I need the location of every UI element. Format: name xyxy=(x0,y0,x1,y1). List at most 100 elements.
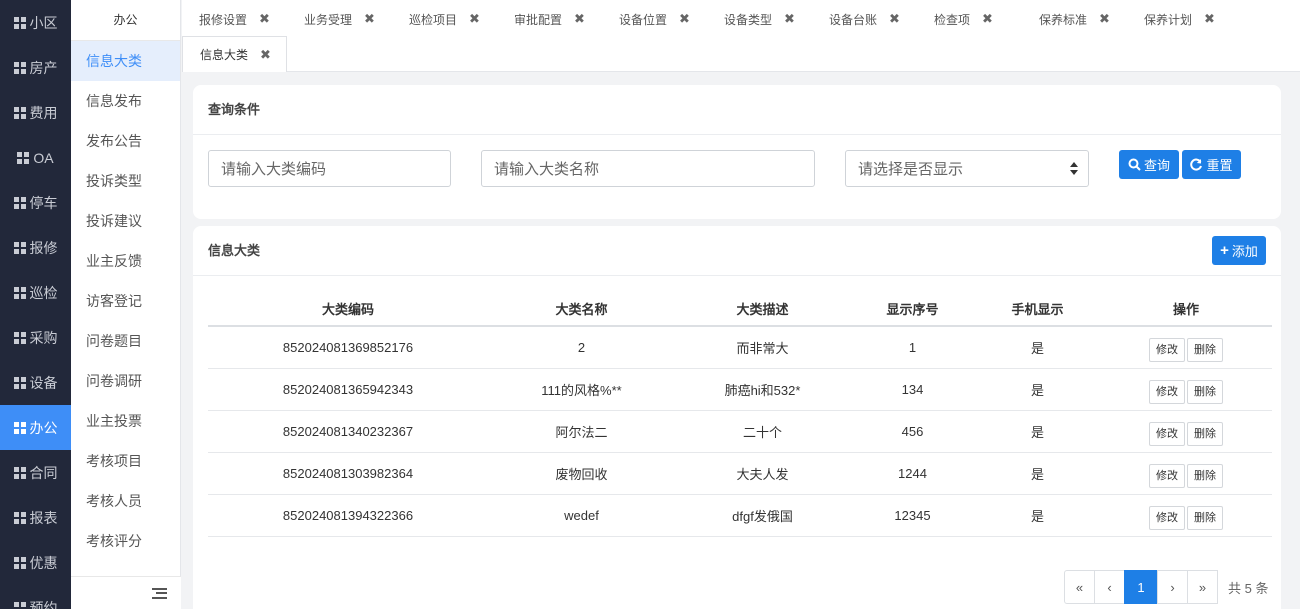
show-select-placeholder: 请选择是否显示 xyxy=(858,161,964,178)
cell-desc: 二十个 xyxy=(675,410,850,453)
sub-menu-item[interactable]: 考核评分 xyxy=(71,521,180,561)
cell-name: wedef xyxy=(488,494,675,537)
table-row: 852024081340232367 阿尔法二 二十个 456 是修改 删除 xyxy=(208,410,1272,453)
cell-actions: 修改 删除 xyxy=(1100,494,1272,537)
sub-menu-item[interactable]: 信息发布 xyxy=(71,81,180,121)
cell-desc: dfgf发俄国 xyxy=(675,494,850,537)
delete-button[interactable]: 删除 xyxy=(1187,422,1223,446)
column-header: 显示序号 xyxy=(850,291,975,327)
delete-button[interactable]: 删除 xyxy=(1187,380,1223,404)
tab-item[interactable]: 保养标准 ✖ xyxy=(1022,1,1110,37)
tab-item[interactable]: 设备类型 ✖ xyxy=(707,1,795,37)
add-button[interactable]: + 添加 xyxy=(1212,236,1266,265)
page-scrollbar[interactable] xyxy=(1300,0,1308,609)
tab-item[interactable]: 设备台账 ✖ xyxy=(812,1,900,37)
close-icon[interactable]: ✖ xyxy=(784,11,795,27)
tab-item[interactable]: 巡检项目 ✖ xyxy=(392,1,480,37)
next-page-button[interactable]: › xyxy=(1157,570,1188,604)
tab-active[interactable]: 信息大类 ✖ xyxy=(182,36,287,72)
delete-button[interactable]: 删除 xyxy=(1187,338,1223,363)
nav-item-10[interactable]: 合同 xyxy=(0,450,71,495)
first-page-button[interactable]: « xyxy=(1064,570,1095,604)
sub-menu-item[interactable]: 信息大类 xyxy=(71,41,180,81)
close-icon[interactable]: ✖ xyxy=(1099,11,1110,27)
list-panel-title: 信息大类 xyxy=(193,226,1281,276)
close-icon[interactable]: ✖ xyxy=(574,11,585,27)
cell-desc: 而非常大 xyxy=(675,326,850,369)
sub-menu-item[interactable]: 发布公告 xyxy=(71,121,180,161)
tab-item[interactable]: 审批配置 ✖ xyxy=(497,1,585,37)
column-header: 大类编码 xyxy=(208,291,488,327)
query-panel-title: 查询条件 xyxy=(193,85,1281,135)
sub-menu-item[interactable]: 问卷题目 xyxy=(71,321,180,361)
close-icon[interactable]: ✖ xyxy=(889,11,900,27)
category-name-placeholder: 请输入大类名称 xyxy=(494,161,600,178)
nav-item-0[interactable]: 小区 xyxy=(0,0,71,45)
last-page-button[interactable]: » xyxy=(1187,570,1218,604)
grid-icon xyxy=(13,331,26,344)
nav-item-6[interactable]: 巡检 xyxy=(0,270,71,315)
close-icon[interactable]: ✖ xyxy=(469,11,480,27)
sub-menu-item[interactable]: 投诉建议 xyxy=(71,201,180,241)
close-icon[interactable]: ✖ xyxy=(982,11,993,27)
delete-button[interactable]: 删除 xyxy=(1187,506,1223,530)
sub-menu-item[interactable]: 考核人员 xyxy=(71,481,180,521)
nav-item-label: 办公 xyxy=(29,419,58,436)
sub-menu-item[interactable]: 业主投票 xyxy=(71,401,180,441)
page-1-button[interactable]: 1 xyxy=(1124,570,1158,604)
close-icon[interactable]: ✖ xyxy=(679,11,690,27)
nav-item-5[interactable]: 报修 xyxy=(0,225,71,270)
close-icon[interactable]: ✖ xyxy=(364,11,375,27)
nav-item-label: 预约 xyxy=(29,599,58,609)
nav-item-2[interactable]: 费用 xyxy=(0,90,71,135)
sub-menu-item[interactable]: 投诉类型 xyxy=(71,161,180,201)
reset-button[interactable]: 重置 xyxy=(1182,150,1241,179)
edit-button[interactable]: 修改 xyxy=(1149,338,1185,363)
nav-item-4[interactable]: 停车 xyxy=(0,180,71,225)
close-icon[interactable]: ✖ xyxy=(260,47,271,63)
category-name-input[interactable]: 请输入大类名称 xyxy=(481,150,815,187)
nav-item-13[interactable]: 预约 xyxy=(0,585,71,609)
show-select[interactable]: 请选择是否显示 xyxy=(845,150,1089,187)
cell-actions: 修改 删除 xyxy=(1100,326,1272,369)
nav-item-7[interactable]: 采购 xyxy=(0,315,71,360)
grid-icon xyxy=(17,151,30,164)
tab-item[interactable]: 保养计划 ✖ xyxy=(1127,1,1215,37)
nav-item-label: 采购 xyxy=(29,329,58,346)
cell-name: 阿尔法二 xyxy=(488,410,675,453)
search-button[interactable]: 查询 xyxy=(1119,150,1179,179)
edit-button[interactable]: 修改 xyxy=(1149,464,1185,488)
main-nav: 小区 房产 费用 OA 停车报修 巡检采购设备办公合同 报表 优惠预约 xyxy=(0,0,71,609)
nav-item-1[interactable]: 房产 xyxy=(0,45,71,90)
tab-item[interactable]: 设备位置 ✖ xyxy=(602,1,690,37)
sub-menu-item[interactable]: 问卷调研 xyxy=(71,361,180,401)
edit-button[interactable]: 修改 xyxy=(1149,380,1185,404)
query-panel: 查询条件 请输入大类编码 请输入大类名称 请选择是否显示 查询 重置 xyxy=(193,85,1281,219)
nav-item-label: 停车 xyxy=(29,194,58,211)
edit-button[interactable]: 修改 xyxy=(1149,506,1185,530)
sub-menu-item[interactable]: 访客登记 xyxy=(71,281,180,321)
delete-button[interactable]: 删除 xyxy=(1187,464,1223,488)
nav-item-11[interactable]: 报表 xyxy=(0,495,71,540)
sub-menu-item[interactable]: 考核项目 xyxy=(71,441,180,481)
column-header: 大类描述 xyxy=(675,291,850,327)
nav-item-9[interactable]: 办公 xyxy=(0,405,71,450)
tab-label: 保养计划 xyxy=(1144,12,1193,27)
grid-icon xyxy=(13,511,26,524)
tab-item[interactable]: 业务受理 ✖ xyxy=(287,1,375,37)
nav-item-8[interactable]: 设备 xyxy=(0,360,71,405)
close-icon[interactable]: ✖ xyxy=(259,11,270,27)
close-icon[interactable]: ✖ xyxy=(1204,11,1215,27)
menu-collapse-button[interactable] xyxy=(71,576,181,609)
nav-item-3[interactable]: OA xyxy=(0,135,71,180)
cell-seq: 456 xyxy=(850,410,975,453)
table-row: 852024081394322366 wedef dfgf发俄国 12345 是修改 删除 xyxy=(208,494,1272,537)
tab-item[interactable]: 检查项 ✖ xyxy=(917,1,993,37)
category-code-input[interactable]: 请输入大类编码 xyxy=(208,150,451,187)
sub-menu-item[interactable]: 业主反馈 xyxy=(71,241,180,281)
tab-item[interactable]: 报修设置 ✖ xyxy=(182,1,270,37)
prev-page-button[interactable]: ‹ xyxy=(1094,570,1125,604)
edit-button[interactable]: 修改 xyxy=(1149,422,1185,446)
nav-item-12[interactable]: 优惠 xyxy=(0,540,71,585)
cell-mobile: 是 xyxy=(975,452,1100,495)
